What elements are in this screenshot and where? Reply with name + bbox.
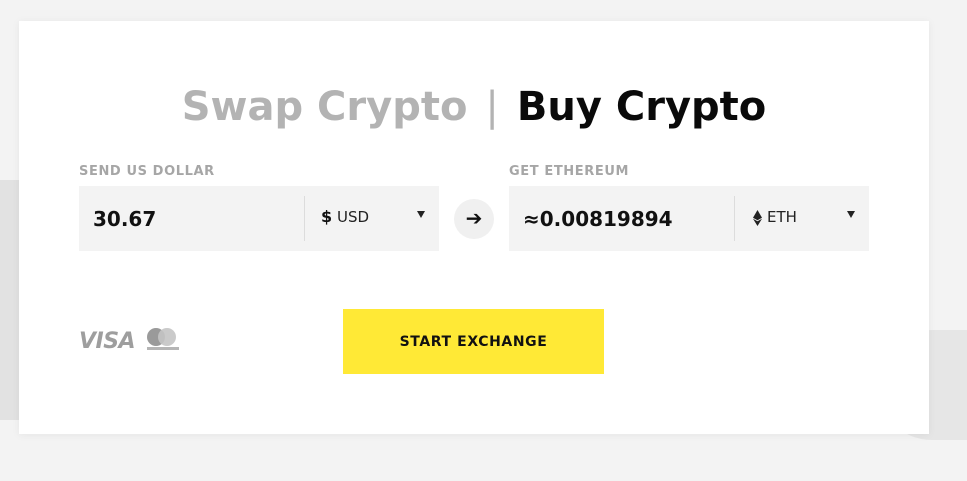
start-exchange-button[interactable]: START EXCHANGE	[343, 309, 604, 374]
dollar-icon: $	[321, 207, 333, 226]
mastercard-circle-right	[158, 328, 176, 346]
send-currency-select[interactable]: $ USD	[305, 186, 439, 251]
send-field: $ USD	[79, 186, 439, 251]
chevron-down-icon	[847, 211, 855, 218]
tab-swap-crypto[interactable]: Swap Crypto	[182, 84, 468, 130]
tab-buy-crypto[interactable]: Buy Crypto	[517, 84, 766, 130]
tab-separator: |	[485, 84, 499, 130]
mastercard-icon	[147, 328, 179, 354]
get-label: GET ETHEREUM	[509, 164, 630, 179]
visa-logo: VISA	[79, 329, 136, 354]
get-amount-output[interactable]	[509, 186, 734, 251]
ethereum-icon	[753, 210, 762, 226]
mastercard-wordmark	[147, 347, 179, 350]
get-field: ETH	[509, 186, 869, 251]
exchange-widget: Swap Crypto | Buy Crypto SEND US DOLLAR $ …	[19, 21, 929, 434]
get-currency-select[interactable]: ETH	[735, 186, 869, 251]
get-currency-code: ETH	[767, 208, 797, 226]
arrow-right-icon[interactable]: ➔	[454, 199, 494, 239]
send-amount-input[interactable]	[79, 186, 304, 251]
mode-tabs: Swap Crypto | Buy Crypto	[19, 81, 929, 133]
send-label: SEND US DOLLAR	[79, 164, 215, 179]
send-currency-code: USD	[337, 208, 370, 226]
chevron-down-icon	[417, 211, 425, 218]
